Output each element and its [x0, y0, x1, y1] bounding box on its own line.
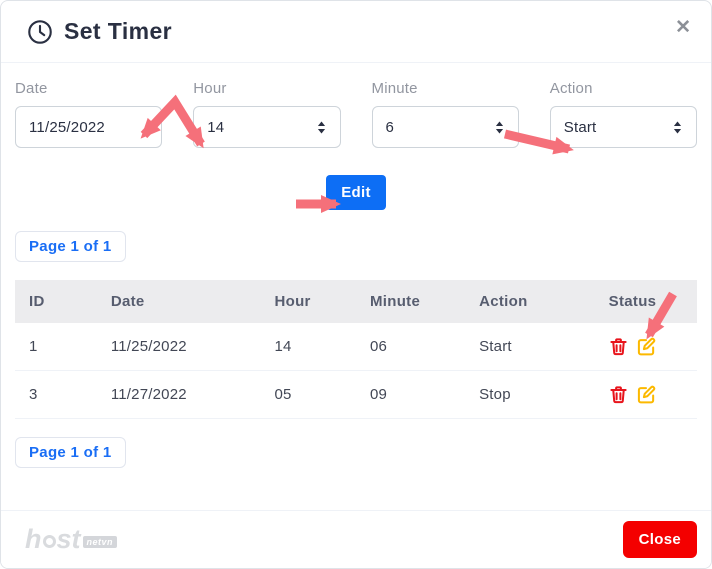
logo-badge: netvn	[82, 536, 118, 548]
date-input[interactable]: 11/25/2022	[15, 106, 163, 148]
cell-action: Stop	[465, 370, 595, 419]
cell-date: 11/27/2022	[96, 370, 261, 419]
col-header-status: Status	[594, 280, 697, 323]
hour-label: Hour	[193, 80, 227, 97]
date-value: 11/25/2022	[29, 118, 105, 136]
action-field-group: Action Start	[549, 80, 697, 148]
row-actions	[609, 337, 683, 356]
close-button[interactable]: Close	[622, 521, 697, 558]
modal-footer: h st netvn Close	[1, 510, 711, 568]
timer-form: Date 11/25/2022 Hour 14 Minute 6 Action …	[15, 80, 697, 148]
timers-table: ID Date Hour Minute Action Status 1 11/2…	[15, 280, 697, 419]
cell-id: 3	[15, 370, 97, 419]
close-icon[interactable]: ✕	[675, 18, 691, 37]
brand-logo: h st netvn	[25, 524, 118, 555]
minute-field-group: Minute 6	[371, 80, 519, 148]
action-value: Start	[563, 118, 597, 136]
page-indicator-top[interactable]: Page 1 of 1	[15, 231, 126, 262]
col-header-date: Date	[96, 280, 261, 323]
minute-label: Minute	[371, 80, 418, 97]
modal-header: Set Timer ✕	[1, 1, 711, 63]
date-label: Date	[15, 80, 48, 97]
hour-value: 14	[207, 118, 225, 136]
up-down-caret-icon	[495, 121, 503, 133]
edit-icon[interactable]	[637, 385, 656, 404]
table-row: 3 11/27/2022 05 09 Stop	[15, 370, 697, 419]
modal-title: Set Timer	[64, 18, 172, 44]
action-label: Action	[549, 80, 593, 97]
modal-body: Date 11/25/2022 Hour 14 Minute 6 Action …	[1, 63, 711, 468]
cell-minute: 09	[355, 370, 466, 419]
trash-icon[interactable]	[609, 385, 628, 404]
minute-value: 6	[385, 118, 395, 136]
logo-text-prefix: h	[25, 524, 42, 554]
row-actions	[609, 385, 683, 404]
globe-icon	[42, 535, 56, 548]
trash-icon[interactable]	[609, 337, 628, 356]
col-header-hour: Hour	[260, 280, 356, 323]
set-timer-modal: Set Timer ✕ Date 11/25/2022 Hour 14 Minu…	[0, 0, 712, 569]
page-indicator-bottom[interactable]: Page 1 of 1	[15, 437, 126, 468]
clock-icon	[27, 19, 53, 45]
cell-date: 11/25/2022	[96, 323, 261, 371]
cell-hour: 05	[260, 370, 356, 419]
up-down-caret-icon	[317, 121, 325, 133]
col-header-id: ID	[15, 280, 97, 323]
pagination-bottom: Page 1 of 1	[15, 437, 697, 468]
cell-hour: 14	[260, 323, 356, 371]
edit-button[interactable]: Edit	[326, 175, 386, 210]
cell-minute: 06	[355, 323, 466, 371]
date-field-group: Date 11/25/2022	[15, 80, 163, 148]
cell-id: 1	[15, 323, 97, 371]
edit-icon[interactable]	[637, 337, 656, 356]
table-header-row: ID Date Hour Minute Action Status	[15, 280, 697, 323]
action-select[interactable]: Start	[549, 106, 697, 148]
hour-field-group: Hour 14	[193, 80, 341, 148]
minute-select[interactable]: 6	[371, 106, 519, 148]
pagination-top: Page 1 of 1	[15, 231, 697, 262]
up-down-caret-icon	[673, 121, 682, 133]
hour-select[interactable]: 14	[193, 106, 341, 148]
table-row: 1 11/25/2022 14 06 Start	[15, 323, 697, 371]
cell-action: Start	[465, 323, 595, 371]
logo-text-suffix: st	[56, 524, 81, 554]
col-header-action: Action	[465, 280, 595, 323]
col-header-minute: Minute	[355, 280, 466, 323]
edit-button-row: Edit	[15, 175, 697, 210]
